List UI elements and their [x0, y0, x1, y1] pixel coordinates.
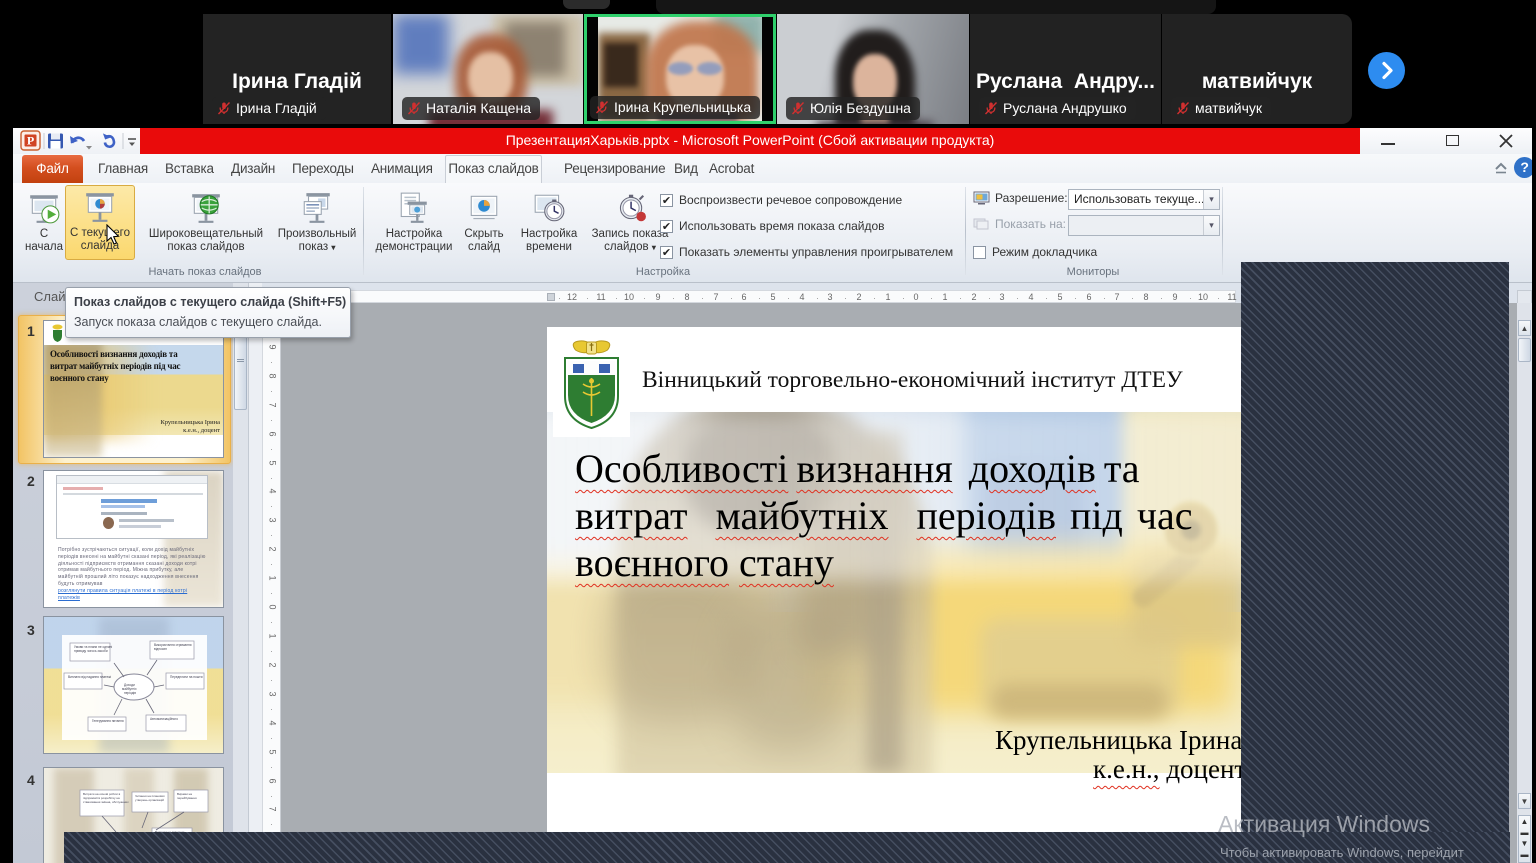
svg-text:стваховання змінна, обслужених: стваховання змінна, обслужених — [83, 800, 129, 804]
svg-text:P: P — [27, 134, 34, 148]
svg-text:утворень організацій: утворень організацій — [135, 798, 164, 802]
svg-text:відносин: відносин — [154, 647, 167, 651]
svg-text:приводу чогось засоби: приводу чогось засоби — [74, 649, 108, 653]
svg-text:Виплати від надання платежі: Виплати від надання платежі — [68, 675, 111, 679]
svg-text:Передплати на пошти: Передплати на пошти — [170, 675, 203, 679]
svg-text:періодів: періодів — [124, 691, 136, 695]
svg-text:Генерування питання: Генерування питання — [92, 719, 124, 723]
svg-text:Автоматизаційного: Автоматизаційного — [150, 717, 178, 721]
svg-text:перейбування: перейбування — [177, 796, 197, 800]
